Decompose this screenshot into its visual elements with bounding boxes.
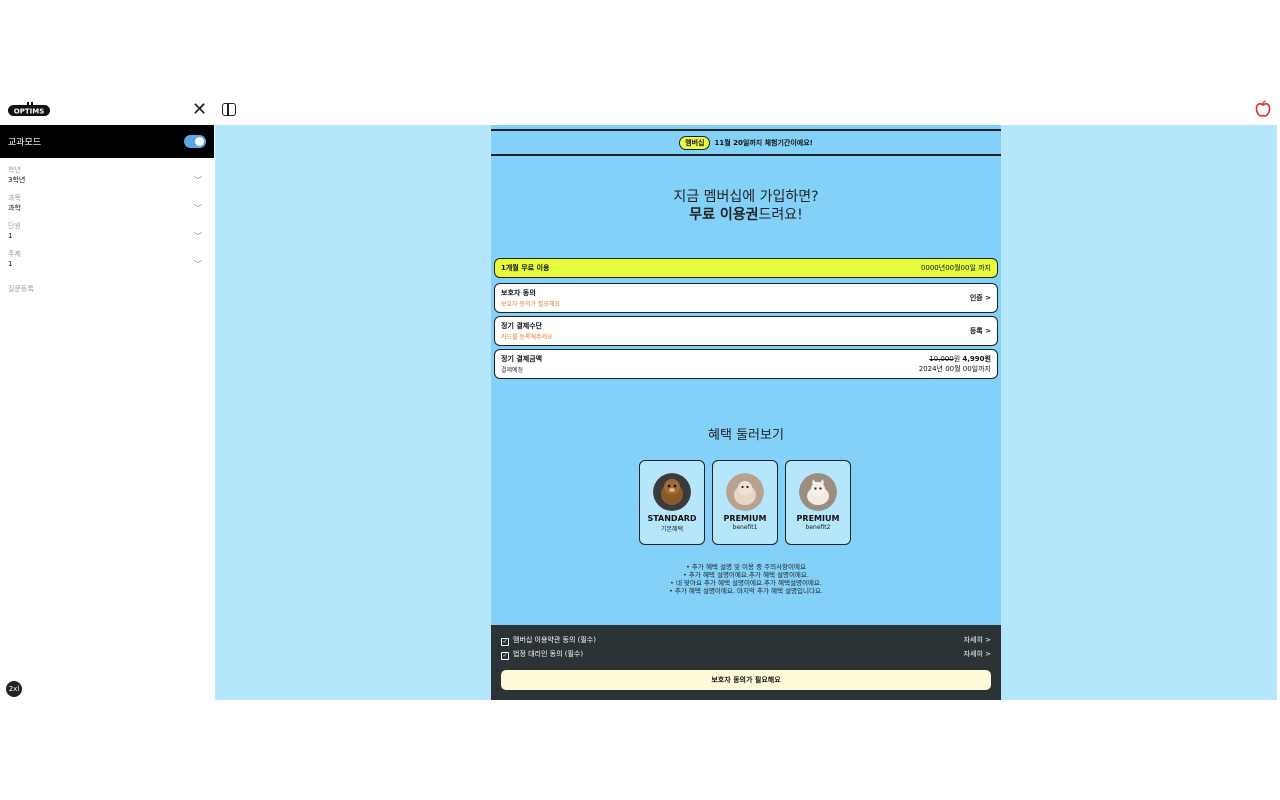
- payment-amount-row: 정기 결제금액 결제예정 10,000원 4,990원 2024년 00월 00…: [494, 349, 998, 379]
- logo-text: OPTIMS: [14, 108, 44, 116]
- zoom-badge[interactable]: 2xl: [6, 681, 22, 697]
- sidebar: 교과모드 학년 3학년 ﹀ 과목 과학 ﹀ 단원 1 ﹀ 주제 1 ﹀ 질문등록: [0, 125, 214, 700]
- guardian-consent-row[interactable]: 보호자 동의 보호자 동의가 필요해요 인증 >: [494, 283, 998, 313]
- guardian-agreement-label: 법정 대리인 동의 (필수): [513, 649, 584, 658]
- original-price: 10,000: [929, 355, 954, 363]
- subject-label: 과목: [8, 194, 21, 202]
- benefit-cards: STANDARD 기본혜택 PREMIUM benefit1 PREMIUM b…: [639, 460, 851, 545]
- close-icon[interactable]: ✕: [192, 101, 207, 119]
- chevron-down-icon: ﹀: [194, 175, 202, 185]
- grade-value: 3학년: [8, 176, 26, 184]
- card-sub: benefit2: [805, 524, 831, 531]
- unit-select[interactable]: 1 ﹀: [8, 230, 206, 242]
- main-area: 멤버십 11월 20일까지 체험기간이에요! 지금 멤버십에 가입하면? 무료 …: [215, 125, 1277, 700]
- list-item: 네 맞아요 추가 혜택 설명이에요.추가 혜택설명이에요.: [491, 579, 1001, 587]
- trial-text: 11월 20일까지 체험기간이에요!: [714, 138, 813, 147]
- terms-agreement-label: 멤버십 이용약관 동의 (필수): [513, 635, 596, 644]
- chevron-down-icon: ﹀: [194, 231, 202, 241]
- payment-method-row[interactable]: 정기 결제수단 카드를 등록해주세요 등록 >: [494, 316, 998, 346]
- benefit-card-premium-2[interactable]: PREMIUM benefit2: [785, 460, 851, 545]
- sidebar-toggle-icon[interactable]: [222, 103, 236, 116]
- verify-button[interactable]: 인증 >: [970, 293, 991, 303]
- price-block: 10,000원 4,990원 2024년 00월 00일까지: [919, 354, 991, 374]
- trial-banner: 멤버십 11월 20일까지 체험기간이에요!: [491, 131, 1001, 154]
- guardian-consent-sub: 보호자 동의가 필요해요: [501, 301, 561, 308]
- checkbox-icon[interactable]: ✓: [501, 651, 509, 660]
- guardian-consent-title: 보호자 동의: [501, 289, 536, 297]
- benefit-card-standard[interactable]: STANDARD 기본혜택: [639, 460, 705, 545]
- topic-value: 1: [8, 260, 13, 268]
- grade-label: 학년: [8, 166, 21, 174]
- card-name: PREMIUM: [796, 514, 840, 523]
- divider: [491, 154, 1001, 156]
- hero-highlight: 무료 이용권: [689, 207, 759, 223]
- mode-toggle[interactable]: [184, 135, 206, 148]
- subject-value: 과학: [8, 204, 21, 212]
- card-name: PREMIUM: [723, 514, 767, 523]
- card-sub: benefit1: [732, 524, 758, 531]
- payment-amount-sub: 결제예정: [501, 367, 524, 374]
- benefit-notes: 추가 혜택 설명 및 이용 중 주의사항이에요 추가 혜택 설명이에요.추가 혜…: [491, 563, 1001, 595]
- payment-amount-title: 정기 결제금액: [501, 355, 543, 363]
- card-sub: 기본혜택: [660, 526, 684, 533]
- question-register-link[interactable]: 질문등록: [0, 284, 214, 294]
- list-item: 추가 혜택 설명이에요.추가 혜택 설명이에요.: [491, 571, 1001, 579]
- payment-method-sub: 카드를 등록해주세요: [501, 334, 553, 341]
- hero-line2-rest: 드려요!: [758, 207, 803, 223]
- register-card-button[interactable]: 등록 >: [970, 326, 991, 336]
- free-trial-title: 1개월 무료 이용: [501, 264, 550, 272]
- chevron-down-icon: ﹀: [194, 203, 202, 213]
- guardian-agreement-row[interactable]: ✓ 법정 대리인 동의 (필수) 자세히 >: [491, 647, 1001, 661]
- hamster-image: [726, 473, 764, 511]
- discount-price: 4,990원: [962, 355, 991, 363]
- price-until: 2024년 00월 00일까지: [918, 365, 991, 373]
- checkbox-icon[interactable]: ✓: [501, 637, 509, 646]
- mode-bar: 교과모드: [0, 125, 214, 158]
- hero-line1: 지금 멤버십에 가입하면?: [673, 189, 819, 205]
- free-trial-row: 1개월 무료 이용 0000년00월00일 까지: [494, 258, 998, 278]
- apple-icon[interactable]: [1255, 100, 1271, 118]
- mode-label: 교과모드: [8, 138, 42, 148]
- terms-detail-link[interactable]: 자세히 >: [964, 635, 991, 645]
- unit-value: 1: [8, 232, 13, 240]
- unit-label: 단원: [8, 222, 21, 230]
- topic-label: 주제: [8, 250, 21, 258]
- list-item: 추가 혜택 설명 및 이용 중 주의사항이에요: [491, 563, 1001, 571]
- hero-line2: 무료 이용권드려요!: [491, 206, 1001, 224]
- otter-image: [653, 473, 691, 511]
- subject-select[interactable]: 과학 ﹀: [8, 202, 206, 214]
- membership-panel: 멤버십 11월 20일까지 체험기간이에요! 지금 멤버십에 가입하면? 무료 …: [491, 125, 1001, 700]
- benefit-card-premium-1[interactable]: PREMIUM benefit1: [712, 460, 778, 545]
- benefits-title: 혜택 둘러보기: [708, 428, 784, 443]
- optims-logo: OPTIMS: [8, 102, 50, 116]
- agreement-footer: ✓ 멤버십 이용약관 동의 (필수) 자세히 > ✓ 법정 대리인 동의 (필수) …: [491, 625, 1001, 700]
- terms-agreement-row[interactable]: ✓ 멤버십 이용약관 동의 (필수) 자세히 >: [491, 633, 1001, 647]
- free-trial-until: 0000년00월00일 까지: [920, 264, 991, 272]
- topic-select[interactable]: 1 ﹀: [8, 258, 206, 270]
- chevron-down-icon: ﹀: [194, 259, 202, 269]
- payment-method-title: 정기 결제수단: [501, 322, 543, 330]
- membership-badge: 멤버십: [679, 135, 711, 150]
- card-name: STANDARD: [647, 514, 697, 523]
- grade-select[interactable]: 3학년 ﹀: [8, 174, 206, 186]
- list-item: 추가 혜택 설명이에요. 마지막 추가 혜택 설명입니다요.: [491, 587, 1001, 595]
- guardian-consent-button[interactable]: 보호자 동의가 필요해요: [501, 670, 991, 690]
- original-price-unit: 원: [953, 355, 961, 363]
- filter-fields: 학년 3학년 ﹀ 과목 과학 ﹀ 단원 1 ﹀ 주제 1 ﹀: [0, 165, 214, 270]
- hero-text: 지금 멤버십에 가입하면? 무료 이용권드려요!: [491, 188, 1001, 224]
- guardian-detail-link[interactable]: 자세히 >: [964, 649, 991, 659]
- cat-image: [799, 473, 837, 511]
